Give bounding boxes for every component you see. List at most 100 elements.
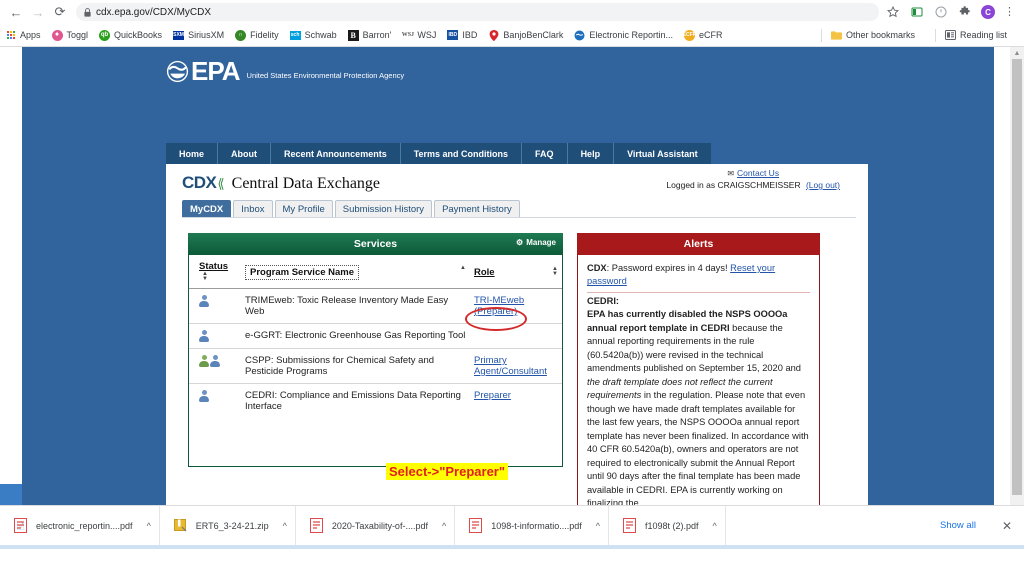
services-panel: Services ⚙ Manage Status ▲ ▼ Program Ser… xyxy=(188,233,563,467)
svg-text:📄: 📄 xyxy=(16,522,25,531)
column-header-status[interactable]: Status ▲ ▼ xyxy=(189,255,241,289)
chevron-up-icon[interactable]: ^ xyxy=(596,521,600,531)
alert-divider xyxy=(587,291,810,293)
role-link[interactable]: TRI-MEweb (Preparer) xyxy=(474,295,524,317)
tab-inbox[interactable]: Inbox xyxy=(233,200,273,218)
chevron-up-icon[interactable]: ^ xyxy=(147,521,151,531)
forward-arrow-icon: → xyxy=(31,4,45,20)
bookmark-wsj[interactable]: WSJ WSJ xyxy=(401,30,437,41)
close-icon[interactable]: ✕ xyxy=(1002,519,1012,533)
nav-item-home[interactable]: Home xyxy=(166,143,219,164)
download-name: f1098t (2).pdf xyxy=(644,520,699,531)
toolbar-icons: C ⋮ xyxy=(885,5,1018,20)
bookmark-label: IBD xyxy=(462,30,478,40)
nav-item-terms-and-conditions[interactable]: Terms and Conditions xyxy=(401,143,523,164)
alert-cdx-message: : Password expires in 4 days! xyxy=(606,263,731,273)
bookmark-label: Barron' xyxy=(362,30,392,40)
bookmark-fidelity[interactable]: ∩ Fidelity xyxy=(235,29,279,41)
reading-list-button[interactable]: Reading list xyxy=(944,30,1007,41)
ecfr-icon: ECFR xyxy=(683,29,696,41)
download-item[interactable]: f1098t (2).pdf ^ xyxy=(609,505,726,546)
show-all-button[interactable]: Show all xyxy=(928,516,988,535)
tab-payment-history[interactable]: Payment History xyxy=(434,200,520,218)
alerts-panel-title: Alerts xyxy=(683,238,714,250)
sort-arrows-icon[interactable]: ▲ ▼ xyxy=(202,271,208,282)
schwab-icon: sch xyxy=(289,30,301,40)
column-header-program-service-name-label: Program Service Name xyxy=(245,264,360,280)
table-row[interactable]: CEDRI: Compliance and Emissions Data Rep… xyxy=(189,383,562,418)
table-row[interactable]: e-GGRT: Electronic Greenhouse Gas Report… xyxy=(189,323,562,349)
scrollbar-thumb[interactable] xyxy=(1012,59,1022,495)
sort-arrows-icon[interactable]: ▲ ▼ xyxy=(552,266,558,277)
role-link-preparer[interactable]: Preparer xyxy=(474,390,511,401)
manage-button[interactable]: ⚙ Manage xyxy=(516,238,556,247)
bookmark-quickbooks[interactable]: qb QuickBooks xyxy=(99,29,162,41)
nav-item-recent-announcements[interactable]: Recent Announcements xyxy=(271,143,401,164)
back-arrow-icon[interactable]: ← xyxy=(6,2,26,22)
kebab-menu-icon[interactable]: ⋮ xyxy=(1004,6,1015,18)
bookmark-schwab[interactable]: sch Schwab xyxy=(289,30,337,41)
bookmark-ecfr[interactable]: ECFR eCFR xyxy=(683,29,722,41)
page-scrollbar[interactable]: ▲ xyxy=(1010,47,1024,505)
role-link[interactable]: Primary Agent/Consultant xyxy=(474,355,547,377)
logout-link[interactable]: (Log out) xyxy=(806,180,840,190)
tab-submission-history[interactable]: Submission History xyxy=(334,200,433,218)
download-item[interactable]: 2020-Taxability-of-....pdf ^ xyxy=(296,505,456,546)
table-row[interactable]: CSPP: Submissions for Chemical Safety an… xyxy=(189,348,562,384)
shield-extension-icon[interactable] xyxy=(933,5,948,20)
nav-item-about[interactable]: About xyxy=(218,143,272,164)
column-header-role[interactable]: Role ▲ ▼ xyxy=(470,255,562,289)
taskbar xyxy=(0,545,1024,576)
chevron-up-icon[interactable]: ^ xyxy=(442,521,446,531)
wsj-icon: WSJ xyxy=(401,32,415,38)
page-title: Central Data Exchange xyxy=(231,175,381,192)
row-service-name: e-GGRT: Electronic Greenhouse Gas Report… xyxy=(241,323,470,349)
bookmark-star-icon[interactable] xyxy=(885,5,900,20)
sort-arrow-up-icon[interactable]: ▲ xyxy=(460,265,466,271)
bookmark-apps[interactable]: Apps xyxy=(5,30,41,41)
page-viewport: EPA United States Environmental Protecti… xyxy=(0,47,1024,505)
nav-item-virtual-assistant[interactable]: Virtual Assistant xyxy=(614,143,711,164)
tab-my-profile[interactable]: My Profile xyxy=(274,200,333,218)
bookmark-label: Electronic Reportin... xyxy=(589,30,673,40)
column-header-program-service-name[interactable]: Program Service Name ▲ xyxy=(241,255,470,289)
download-item[interactable]: 1098-t-informatio....pdf ^ xyxy=(455,505,609,546)
services-panel-body: Status ▲ ▼ Program Service Name ▲ Role ▲ ▼ xyxy=(188,255,563,467)
chevron-up-icon[interactable]: ^ xyxy=(283,521,287,531)
puzzle-extensions-icon[interactable] xyxy=(957,5,972,20)
alerts-panel-body: CDX: Password expires in 4 days! Reset y… xyxy=(577,255,820,505)
tab-mycdx[interactable]: MyCDX xyxy=(182,200,232,218)
bookmark-toggl[interactable]: ⏺ Toggl xyxy=(51,29,88,41)
bookmark-banjobenclark[interactable]: BanjoBenClark xyxy=(488,29,564,41)
row-role: TRI-MEweb (Preparer) xyxy=(470,288,562,324)
chevron-up-icon[interactable]: ^ xyxy=(713,521,717,531)
nav-item-faq[interactable]: FAQ xyxy=(522,143,568,164)
extension-sidepanel-icon[interactable] xyxy=(909,5,924,20)
services-table-header: Status ▲ ▼ Program Service Name ▲ Role ▲ ▼ xyxy=(189,255,562,289)
table-row[interactable]: TRIMEweb: Toxic Release Inventory Made E… xyxy=(189,288,562,324)
row-role: Preparer xyxy=(470,383,562,418)
bookmark-ibd[interactable]: IBD IBD xyxy=(447,30,477,41)
download-item[interactable]: 📄 electronic_reportin....pdf ^ xyxy=(0,505,160,546)
other-bookmarks-folder[interactable]: Other bookmarks xyxy=(830,30,915,41)
bookmark-siriusxm[interactable]: SXM SiriusXM xyxy=(173,30,224,41)
scroll-up-icon[interactable]: ▲ xyxy=(1011,48,1023,59)
bookmark-electronic-reporting[interactable]: Electronic Reportin... xyxy=(574,30,673,41)
avatar[interactable]: C xyxy=(981,5,995,19)
bookmark-barrons[interactable]: B Barron' xyxy=(347,29,392,41)
reload-icon[interactable]: ⟳ xyxy=(50,2,70,22)
quickbooks-icon: qb xyxy=(99,29,111,41)
address-bar[interactable]: cdx.epa.gov/CDX/MyCDX xyxy=(76,3,879,21)
ibd-icon: IBD xyxy=(447,30,459,40)
nav-item-help[interactable]: Help xyxy=(568,143,615,164)
alert-cedri-label: CEDRI: xyxy=(587,295,620,306)
pdf-file-icon: 📄 xyxy=(14,518,27,533)
cdx-logo: CDX xyxy=(182,173,217,192)
download-item[interactable]: ERT6_3-24-21.zip ^ xyxy=(160,505,296,546)
epa-seal-icon xyxy=(166,60,189,83)
logged-in-text: Logged in as CRAIGSCHMEISSER xyxy=(666,180,801,190)
gear-icon: ⚙ xyxy=(516,238,524,247)
avatar-initial: C xyxy=(985,7,991,17)
bookmark-label: BanjoBenClark xyxy=(503,30,564,40)
contact-us-link[interactable]: Contact Us xyxy=(737,168,779,178)
